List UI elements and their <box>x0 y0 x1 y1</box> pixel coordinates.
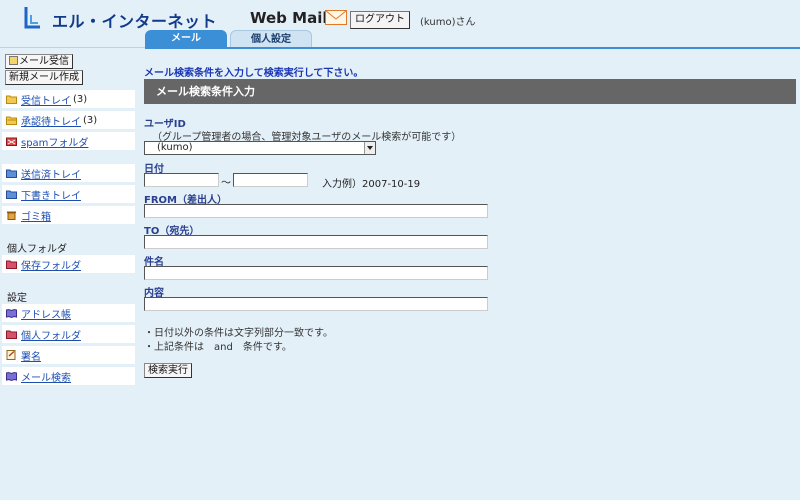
user-name: (kumo)さん <box>420 17 476 28</box>
settings-heading: 設定 <box>7 293 27 304</box>
envelope-icon <box>325 10 347 25</box>
sidebar-item-label[interactable]: 保存フォルダ <box>21 257 81 272</box>
user-id-select[interactable]: (kumo) <box>144 141 376 155</box>
search-button[interactable]: 検索実行 <box>144 363 192 378</box>
sidebar-item-label[interactable]: 下書きトレイ <box>21 187 81 202</box>
webmail-title: Web Mail <box>250 9 328 27</box>
date-separator: 〜 <box>221 178 231 189</box>
folder-icon <box>6 190 17 199</box>
sidebar-item-address-book[interactable]: アドレス帳 <box>2 304 135 322</box>
receive-mail-button[interactable]: メール受信 <box>5 54 73 69</box>
logout-button[interactable]: ログアウト <box>350 11 410 29</box>
folder-icon <box>6 169 17 178</box>
body-input[interactable] <box>144 297 488 311</box>
sidebar-item-label[interactable]: アドレス帳 <box>21 306 71 321</box>
sidebar-item-label[interactable]: 受信トレイ <box>21 92 71 107</box>
to-input[interactable] <box>144 235 488 249</box>
chevron-down-icon[interactable] <box>364 142 375 154</box>
subject-input[interactable] <box>144 266 488 280</box>
unread-count: (3) <box>73 93 88 105</box>
brand-name: エル・インターネット <box>52 12 218 31</box>
from-input[interactable] <box>144 204 488 218</box>
folder-icon <box>6 330 17 339</box>
search-book-icon <box>6 372 17 381</box>
sidebar-item-signature[interactable]: 署名 <box>2 346 135 364</box>
note-partial-match: ・日付以外の条件は文字列部分一致です。 <box>144 328 333 339</box>
signature-icon <box>6 350 16 360</box>
sidebar-item-label[interactable]: spamフォルダ <box>21 134 88 149</box>
user-id-selected-value: (kumo) <box>157 142 193 153</box>
sidebar-item-spam[interactable]: spamフォルダ <box>2 132 135 150</box>
sidebar-item-label[interactable]: ゴミ箱 <box>21 208 51 223</box>
sidebar-item-label[interactable]: 署名 <box>21 348 41 363</box>
receive-icon <box>9 56 18 65</box>
sidebar-item-saved[interactable]: 保存フォルダ <box>2 255 135 273</box>
section-title-bar: メール検索条件入力 <box>144 79 796 104</box>
date-to-input[interactable] <box>233 173 308 187</box>
tab-mail[interactable]: メール <box>145 30 227 48</box>
instruction-text: メール検索条件を入力して検索実行して下さい。 <box>144 68 364 79</box>
date-from-input[interactable] <box>144 173 219 187</box>
sidebar-item-label[interactable]: 送信済トレイ <box>21 166 81 181</box>
sidebar-item-pending[interactable]: 承認待トレイ (3) <box>2 111 135 129</box>
sidebar-item-label[interactable]: メール検索 <box>21 369 71 384</box>
note-and-condition: ・上記条件は and 条件です。 <box>144 342 292 353</box>
date-example: 入力例）2007-10-19 <box>322 179 421 190</box>
trash-icon <box>7 211 16 220</box>
sidebar-item-sent[interactable]: 送信済トレイ <box>2 164 135 182</box>
logo-icon <box>24 7 40 29</box>
sidebar-item-trash[interactable]: ゴミ箱 <box>2 206 135 224</box>
tab-personal-settings[interactable]: 個人設定 <box>230 30 312 48</box>
compose-mail-button[interactable]: 新規メール作成 <box>5 70 83 85</box>
sidebar: メール受信 新規メール作成 受信トレイ (3) 承認待トレイ (3) spamフ… <box>0 49 138 500</box>
folder-icon <box>6 260 17 269</box>
sidebar-item-inbox[interactable]: 受信トレイ (3) <box>2 90 135 108</box>
tab-underline <box>145 47 800 49</box>
spam-folder-icon <box>6 137 17 146</box>
address-book-icon <box>6 309 17 318</box>
folder-open-icon <box>6 116 17 125</box>
unread-count: (3) <box>83 114 98 126</box>
sidebar-item-mail-search[interactable]: メール検索 <box>2 367 135 385</box>
sidebar-item-personal-folders[interactable]: 個人フォルダ <box>2 325 135 343</box>
header: エル・インターネット Web Mail ログアウト (kumo)さん メール 個… <box>0 0 800 49</box>
sidebar-item-label[interactable]: 承認待トレイ <box>21 113 81 128</box>
sidebar-item-label[interactable]: 個人フォルダ <box>21 327 81 342</box>
personal-folders-heading: 個人フォルダ <box>7 244 67 255</box>
folder-icon <box>6 95 17 104</box>
receive-mail-label: メール受信 <box>19 56 69 67</box>
sidebar-item-drafts[interactable]: 下書きトレイ <box>2 185 135 203</box>
